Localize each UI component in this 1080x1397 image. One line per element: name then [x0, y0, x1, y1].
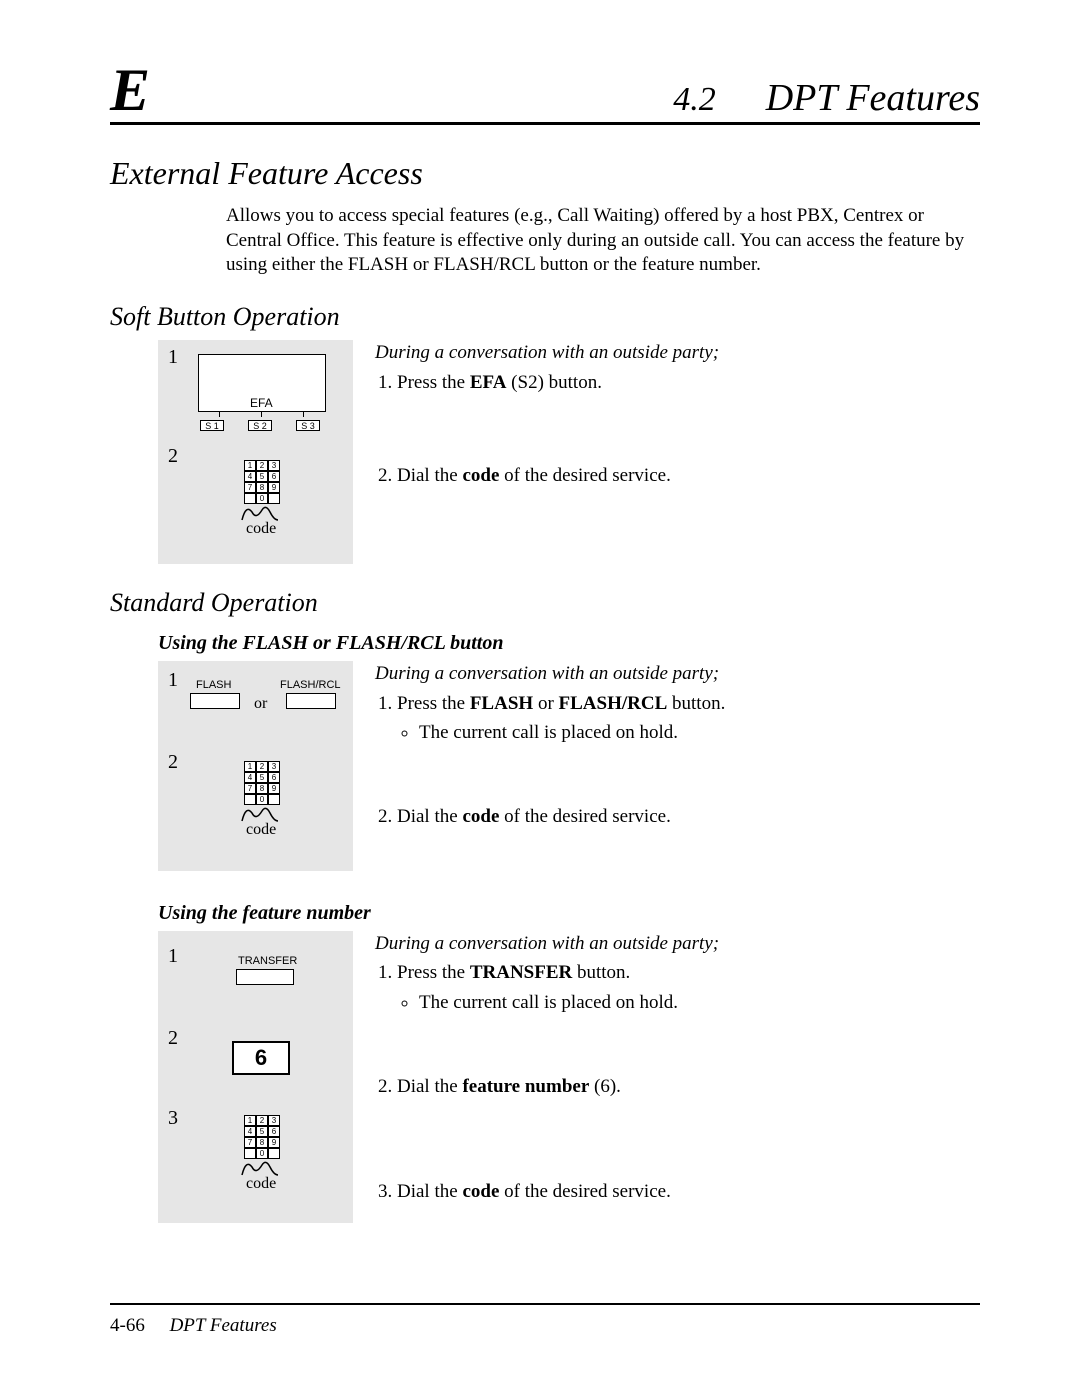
- diagram-step-3: 3: [168, 1107, 178, 1130]
- flash-subtitle: Using the FLASH or FLASH/RCL button: [158, 632, 980, 655]
- page-number: 4-66: [110, 1315, 145, 1337]
- flash-label: FLASH: [196, 679, 231, 691]
- header-right: 4.2 DPT Features: [673, 76, 980, 120]
- digit-6: 6: [232, 1041, 290, 1075]
- or-label: or: [254, 695, 267, 713]
- page: E 4.2 DPT Features External Feature Acce…: [0, 0, 1080, 1397]
- fn-block: 1 2 3 TRANSFER 6 123 456 789 0 code Duri…: [158, 931, 980, 1263]
- cord-icon: [240, 803, 280, 823]
- fn-step-2: Dial the feature number (6).: [397, 1074, 980, 1100]
- soft-instructions: During a conversation with an outside pa…: [375, 340, 980, 557]
- soft-diagram: 1 2 EFA S 1 S 2 S 3 123 456 789 0 code: [158, 340, 353, 564]
- page-header: E 4.2 DPT Features: [110, 60, 980, 125]
- fn-step-3: Dial the code of the desired service.: [397, 1179, 980, 1205]
- footer: 4-66 DPT Features: [110, 1315, 980, 1337]
- flashrcl-label: FLASH/RCL: [280, 679, 341, 691]
- keypad-icon: 123 456 789 0: [244, 460, 280, 504]
- section-title: DPT Features: [766, 76, 980, 120]
- cord-icon: [240, 1157, 280, 1177]
- s1-button: S 1: [200, 420, 224, 431]
- transfer-button: [236, 969, 294, 985]
- fn-lead: During a conversation with an outside pa…: [375, 931, 980, 957]
- code-label: code: [246, 821, 276, 839]
- transfer-label: TRANSFER: [238, 955, 297, 967]
- s3-button: S 3: [296, 420, 320, 431]
- flash-diagram: 1 2 FLASH FLASH/RCL or 123 456 789 0 cod…: [158, 661, 353, 871]
- diagram-step-2: 2: [168, 445, 178, 468]
- fn-subtitle: Using the feature number: [158, 902, 980, 925]
- standard-title: Standard Operation: [110, 588, 980, 618]
- flash-instructions: During a conversation with an outside pa…: [375, 661, 980, 888]
- header-letter: E: [110, 60, 150, 120]
- flash-step-1: Press the FLASH or FLASH/RCL button. The…: [397, 691, 980, 746]
- flash-button: [190, 693, 240, 709]
- feature-title: External Feature Access: [110, 155, 980, 192]
- feature-intro: Allows you to access special features (e…: [226, 204, 980, 278]
- s2-button: S 2: [248, 420, 272, 431]
- section-number: 4.2: [673, 81, 716, 119]
- diagram-step-1: 1: [168, 669, 178, 692]
- soft-block: 1 2 EFA S 1 S 2 S 3 123 456 789 0 code D…: [158, 340, 980, 564]
- keypad-icon: 123 456 789 0: [244, 1115, 280, 1159]
- soft-step-2: Dial the code of the desired service.: [397, 463, 980, 489]
- fn-instructions: During a conversation with an outside pa…: [375, 931, 980, 1263]
- footer-rule: [110, 1303, 980, 1305]
- efa-label: EFA: [250, 396, 273, 410]
- diagram-step-2: 2: [168, 1027, 178, 1050]
- footer-title: DPT Features: [170, 1315, 277, 1336]
- fn-bullet: The current call is placed on hold.: [419, 990, 980, 1016]
- fn-diagram: 1 2 3 TRANSFER 6 123 456 789 0 code: [158, 931, 353, 1223]
- diagram-step-1: 1: [168, 945, 178, 968]
- code-label: code: [246, 520, 276, 538]
- soft-step-1: Press the EFA (S2) button.: [397, 370, 980, 396]
- flash-lead: During a conversation with an outside pa…: [375, 661, 980, 687]
- flash-block: 1 2 FLASH FLASH/RCL or 123 456 789 0 cod…: [158, 661, 980, 888]
- code-label: code: [246, 1175, 276, 1193]
- flashrcl-button: [286, 693, 336, 709]
- keypad-icon: 123 456 789 0: [244, 761, 280, 805]
- flash-step-2: Dial the code of the desired service.: [397, 804, 980, 830]
- soft-lead: During a conversation with an outside pa…: [375, 340, 980, 366]
- cord-icon: [240, 502, 280, 522]
- fn-step-1: Press the TRANSFER button. The current c…: [397, 960, 980, 1015]
- diagram-step-2: 2: [168, 751, 178, 774]
- soft-button-title: Soft Button Operation: [110, 302, 980, 332]
- flash-bullet: The current call is placed on hold.: [419, 720, 980, 746]
- diagram-step-1: 1: [168, 346, 178, 369]
